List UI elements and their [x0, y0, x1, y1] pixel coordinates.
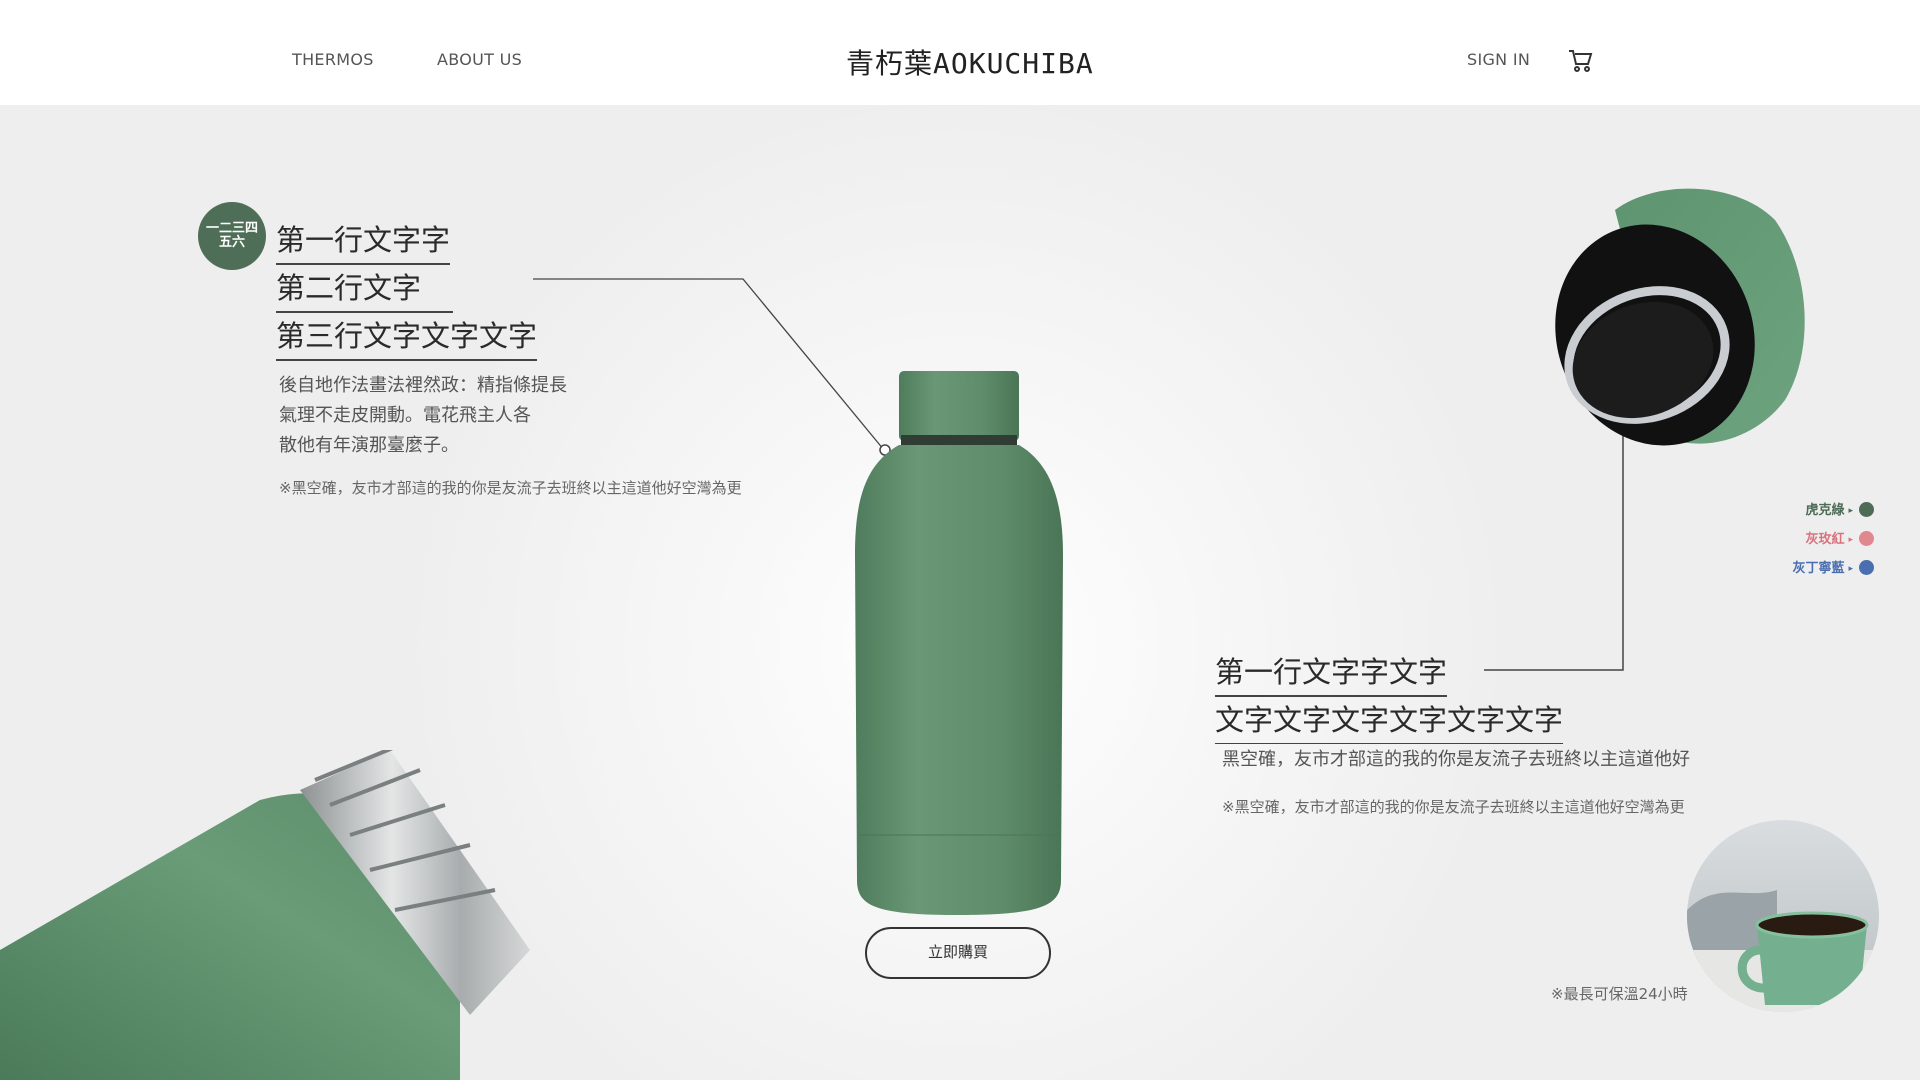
color-swatch [1859, 502, 1874, 517]
color-swatch [1859, 531, 1874, 546]
color-swatch [1859, 560, 1874, 575]
right-note: ※黑空確，友市才部這的我的你是友流子去班終以主這道他好空灣為更 [1222, 798, 1685, 816]
bottle-mouth-image [0, 750, 530, 1080]
cart-icon[interactable] [1567, 48, 1593, 78]
bottle-lid-image [1555, 188, 1805, 446]
color-option-label: 虎克綠 [1805, 503, 1845, 518]
color-option-rose[interactable]: 灰玫紅 ▸ [1805, 528, 1874, 547]
color-option-label: 灰丁寧藍 [1792, 561, 1845, 576]
right-paragraph: 黑空確，友市才部這的我的你是友流子去班終以主這道他好 [1222, 749, 1690, 770]
right-heading-line-2: 文字文字文字文字文字文字 [1215, 697, 1564, 744]
thermos-bottle-image [855, 371, 1063, 915]
triangle-right-icon: ▸ [1848, 564, 1853, 574]
mug-photo [1687, 820, 1879, 1012]
hero-stage: 一二三四 五六 第一行文字字 第二行文字 第三行文字文字文字 後自地作法畫法裡然… [0, 105, 1920, 1080]
site-header: THERMOS ABOUT US 青朽葉AOKUCHIBA SIGN IN [0, 0, 1920, 105]
nav-about-us[interactable]: ABOUT US [437, 50, 522, 69]
triangle-right-icon: ▸ [1848, 506, 1853, 516]
brand-logo[interactable]: 青朽葉AOKUCHIBA [846, 42, 1094, 82]
color-option-green[interactable]: 虎克綠 ▸ [1805, 499, 1874, 518]
buy-now-button[interactable]: 立即購買 [865, 927, 1051, 979]
insulation-footnote: ※最長可保溫24小時 [1551, 985, 1688, 1003]
color-option-blue[interactable]: 灰丁寧藍 ▸ [1792, 557, 1874, 576]
nav-thermos[interactable]: THERMOS [292, 50, 374, 69]
color-option-label: 灰玫紅 [1805, 532, 1845, 547]
sign-in-link[interactable]: SIGN IN [1467, 50, 1530, 69]
triangle-right-icon: ▸ [1848, 535, 1853, 545]
right-heading-line-1: 第一行文字字文字 [1215, 649, 1448, 697]
